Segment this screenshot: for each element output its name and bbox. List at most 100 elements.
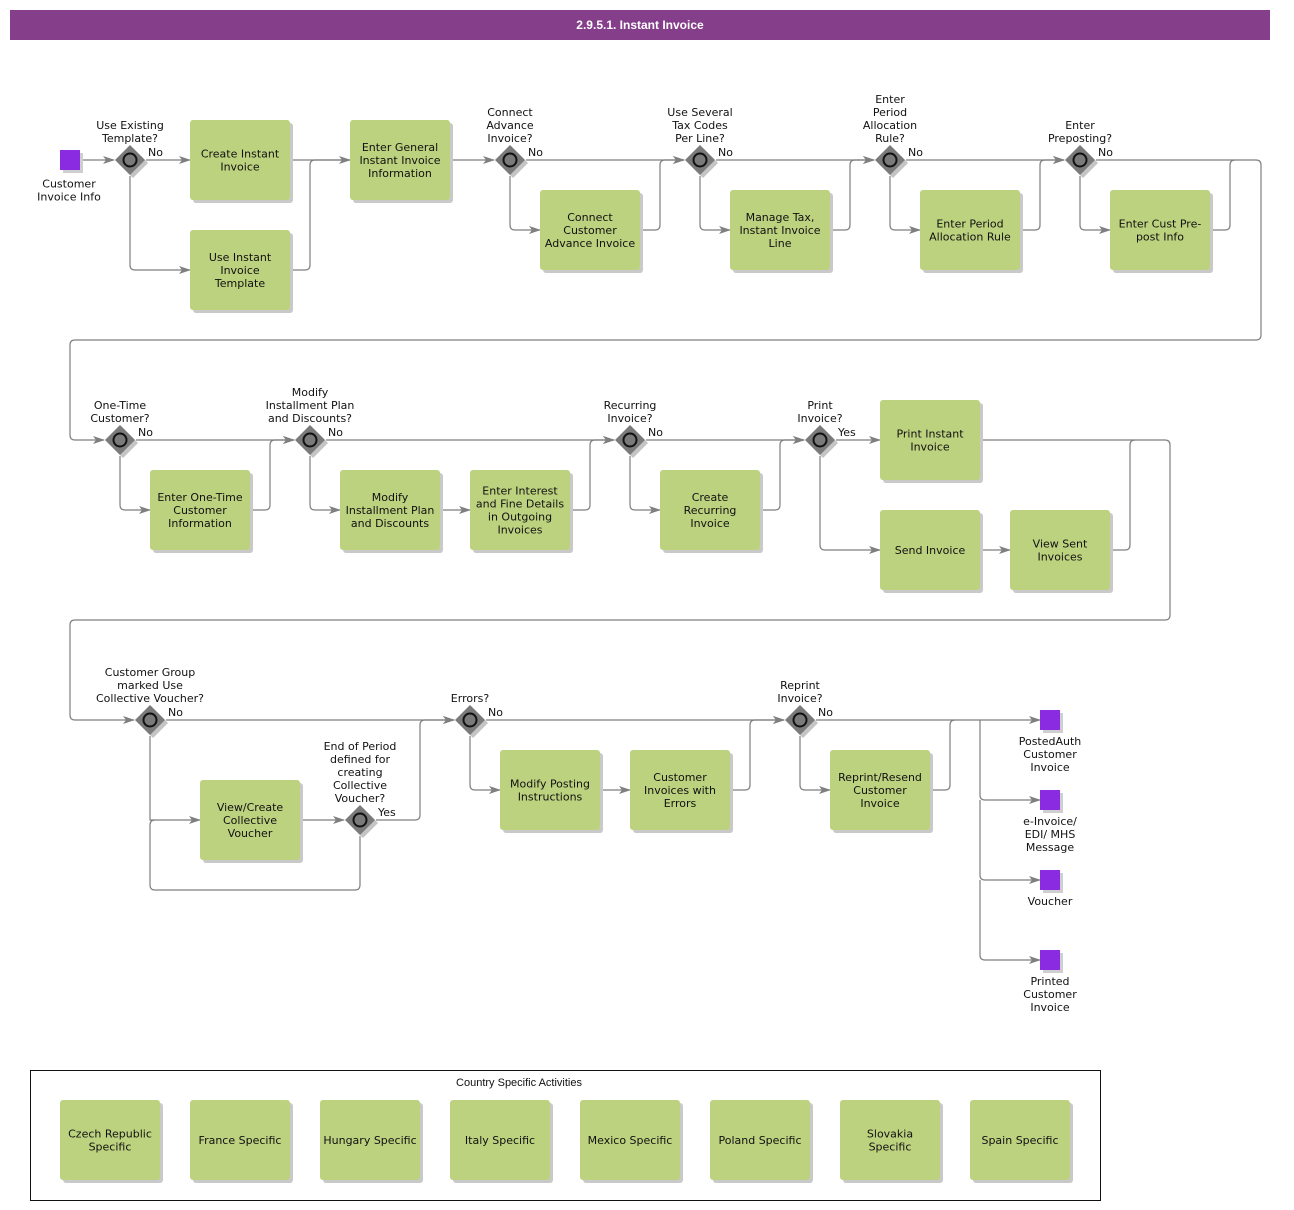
- process-flow-diagram: Customer Invoice Info Create Instant Invoic…: [30, 93, 1262, 1201]
- gateway-g10[interactable]: Customer Group marked Use Collective Vouch…: [96, 666, 204, 738]
- task-t7[interactable]: Enter Cust Pre-post Info: [1110, 190, 1213, 273]
- gateway-question-line: Invoice?: [487, 132, 532, 145]
- end-event-e3[interactable]: Voucher: [1028, 870, 1073, 908]
- gateway-question: Errors?: [451, 692, 490, 705]
- task-label-line: Installment Plan: [346, 504, 435, 517]
- task-t6[interactable]: Enter Period Allocation Rule: [920, 190, 1023, 273]
- gateway-question: One-Time Customer?: [90, 399, 149, 425]
- task-t3[interactable]: Enter General Instant Invoice Information: [350, 120, 453, 203]
- gateway-g8[interactable]: Recurring Invoice?No: [604, 399, 664, 458]
- task-t16[interactable]: Modify Posting Instructions: [500, 750, 603, 833]
- task-t17[interactable]: Customer Invoices with Errors: [630, 750, 733, 833]
- gateway-circle-icon: [792, 712, 808, 728]
- task-label: Send Invoice: [895, 544, 966, 557]
- gateway-g6[interactable]: One-Time Customer?No: [90, 399, 153, 458]
- gateway-g11[interactable]: End of Period defined for creating Collecti…: [324, 740, 397, 838]
- task-t9[interactable]: Modify Installment Plan and Discounts: [340, 470, 443, 553]
- gateway-g2[interactable]: Connect Advance Invoice?No: [486, 106, 543, 178]
- sequence-flow: [1079, 176, 1111, 234]
- sequence-flow: [889, 176, 921, 234]
- gateway-question-line: Connect: [487, 106, 533, 119]
- task-label-line: Instant Invoice: [359, 154, 440, 167]
- branch-label: No: [648, 426, 663, 439]
- start-event-label: Customer Invoice Info: [37, 178, 101, 204]
- task-t5[interactable]: Manage Tax, Instant Invoice Line: [730, 190, 833, 273]
- branch-label: Yes: [377, 806, 396, 819]
- end-event-label-line: EDI/ MHS: [1025, 828, 1076, 841]
- task-t11[interactable]: Create Recurring Invoice: [660, 470, 763, 553]
- task-label-line: Print Instant: [896, 428, 964, 441]
- end-event-icon: [1040, 950, 1060, 970]
- task-t14[interactable]: View Sent Invoices: [1010, 510, 1113, 593]
- task-t2[interactable]: Use Instant Invoice Template: [190, 230, 293, 313]
- country-task[interactable]: Czech Republic Specific: [60, 1100, 163, 1183]
- gateway-g7[interactable]: Modify Installment Plan and Discounts?No: [266, 386, 355, 458]
- gateway-g3[interactable]: Use Several Tax Codes Per Line?No: [667, 106, 733, 178]
- task-label-line: Collective: [223, 814, 277, 827]
- task-label: Enter Period Allocation Rule: [929, 218, 1011, 244]
- gateway-g12[interactable]: Errors?No: [451, 692, 503, 738]
- gateway-g4[interactable]: Enter Period Allocation Rule?No: [863, 93, 923, 178]
- gateway-circle-icon: [302, 432, 318, 448]
- gateway-question-line: Advance: [486, 119, 534, 132]
- gateway-question-line: Use Existing: [96, 119, 164, 132]
- task-label-line: Instant Invoice: [739, 224, 820, 237]
- country-task[interactable]: Mexico Specific: [580, 1100, 683, 1183]
- branch-label: No: [528, 146, 543, 159]
- gateway-g5[interactable]: Enter Preposting?No: [1048, 119, 1113, 178]
- task-label-line: Enter Interest: [482, 485, 558, 498]
- end-event-label: e-Invoice/EDI/ MHS Message: [1023, 815, 1077, 854]
- country-task-label-line: Mexico Specific: [588, 1134, 673, 1147]
- gateway-question-line: Enter: [875, 93, 905, 106]
- country-task-label-line: France Specific: [199, 1134, 282, 1147]
- gateway-g1[interactable]: Use Existing Template?No: [96, 119, 164, 178]
- end-event-icon: [1040, 790, 1060, 810]
- gateway-g13[interactable]: Reprint Invoice?No: [777, 679, 833, 738]
- end-event-label-line: Invoice: [1030, 1001, 1070, 1014]
- country-task-label: Poland Specific: [718, 1134, 801, 1147]
- task-t10[interactable]: Enter Interest and Fine Details in Outgoin…: [470, 470, 573, 553]
- country-task-label-line: Czech Republic: [68, 1128, 152, 1141]
- task-label-line: Recurring: [684, 504, 737, 517]
- task-label-line: Information: [168, 517, 232, 530]
- task-label-line: Enter Cust Pre-: [1119, 218, 1202, 231]
- start-event-label-line: Customer: [42, 178, 96, 191]
- end-event-label-line: Printed: [1030, 975, 1069, 988]
- task-t1[interactable]: Create Instant Invoice: [190, 120, 293, 203]
- task-t13[interactable]: Send Invoice: [880, 510, 983, 593]
- task-t8[interactable]: Enter One-Time Customer Information: [150, 470, 253, 553]
- task-t18[interactable]: Reprint/Resend Customer Invoice: [830, 750, 933, 833]
- country-task[interactable]: France Specific: [190, 1100, 293, 1183]
- task-label-line: Invoices with: [644, 784, 716, 797]
- task-label-line: Invoice: [690, 517, 730, 530]
- gateway-question: Print Invoice?: [797, 399, 842, 425]
- task-label-line: Customer: [173, 504, 227, 517]
- task-t12[interactable]: Print Instant Invoice: [880, 400, 983, 483]
- gateway-circle-icon: [462, 712, 478, 728]
- gateway-circle-icon: [622, 432, 638, 448]
- gateway-question: Enter Period Allocation Rule?: [863, 93, 917, 145]
- branch-label: No: [148, 146, 163, 159]
- gateway-g9[interactable]: Print Invoice?Yes: [797, 399, 856, 458]
- task-label-line: Template: [214, 277, 265, 290]
- gateway-question-line: Modify: [292, 386, 329, 399]
- task-label-line: Use Instant: [209, 251, 272, 264]
- country-task[interactable]: Hungary Specific: [320, 1100, 423, 1183]
- task-t4[interactable]: Connect Customer Advance Invoice: [540, 190, 643, 273]
- task-label-line: Connect: [567, 211, 613, 224]
- gateway-circle-icon: [142, 712, 158, 728]
- sequence-flow: [799, 736, 831, 794]
- country-task[interactable]: Italy Specific: [450, 1100, 553, 1183]
- end-event-label-line: PostedAuth: [1019, 735, 1082, 748]
- task-label-line: Send Invoice: [895, 544, 966, 557]
- sequence-flow: [129, 176, 191, 274]
- end-event-label-line: Message: [1026, 841, 1074, 854]
- task-t15[interactable]: View/Create Collective Voucher: [200, 780, 303, 863]
- sequence-flow: [699, 176, 731, 234]
- gateway-circle-icon: [882, 152, 898, 168]
- country-task[interactable]: Slovakia Specific: [840, 1100, 943, 1183]
- country-task[interactable]: Poland Specific: [710, 1100, 813, 1183]
- country-task[interactable]: Spain Specific: [970, 1100, 1073, 1183]
- start-event[interactable]: Customer Invoice Info: [37, 150, 101, 204]
- task-label: View Sent Invoices: [1033, 538, 1088, 564]
